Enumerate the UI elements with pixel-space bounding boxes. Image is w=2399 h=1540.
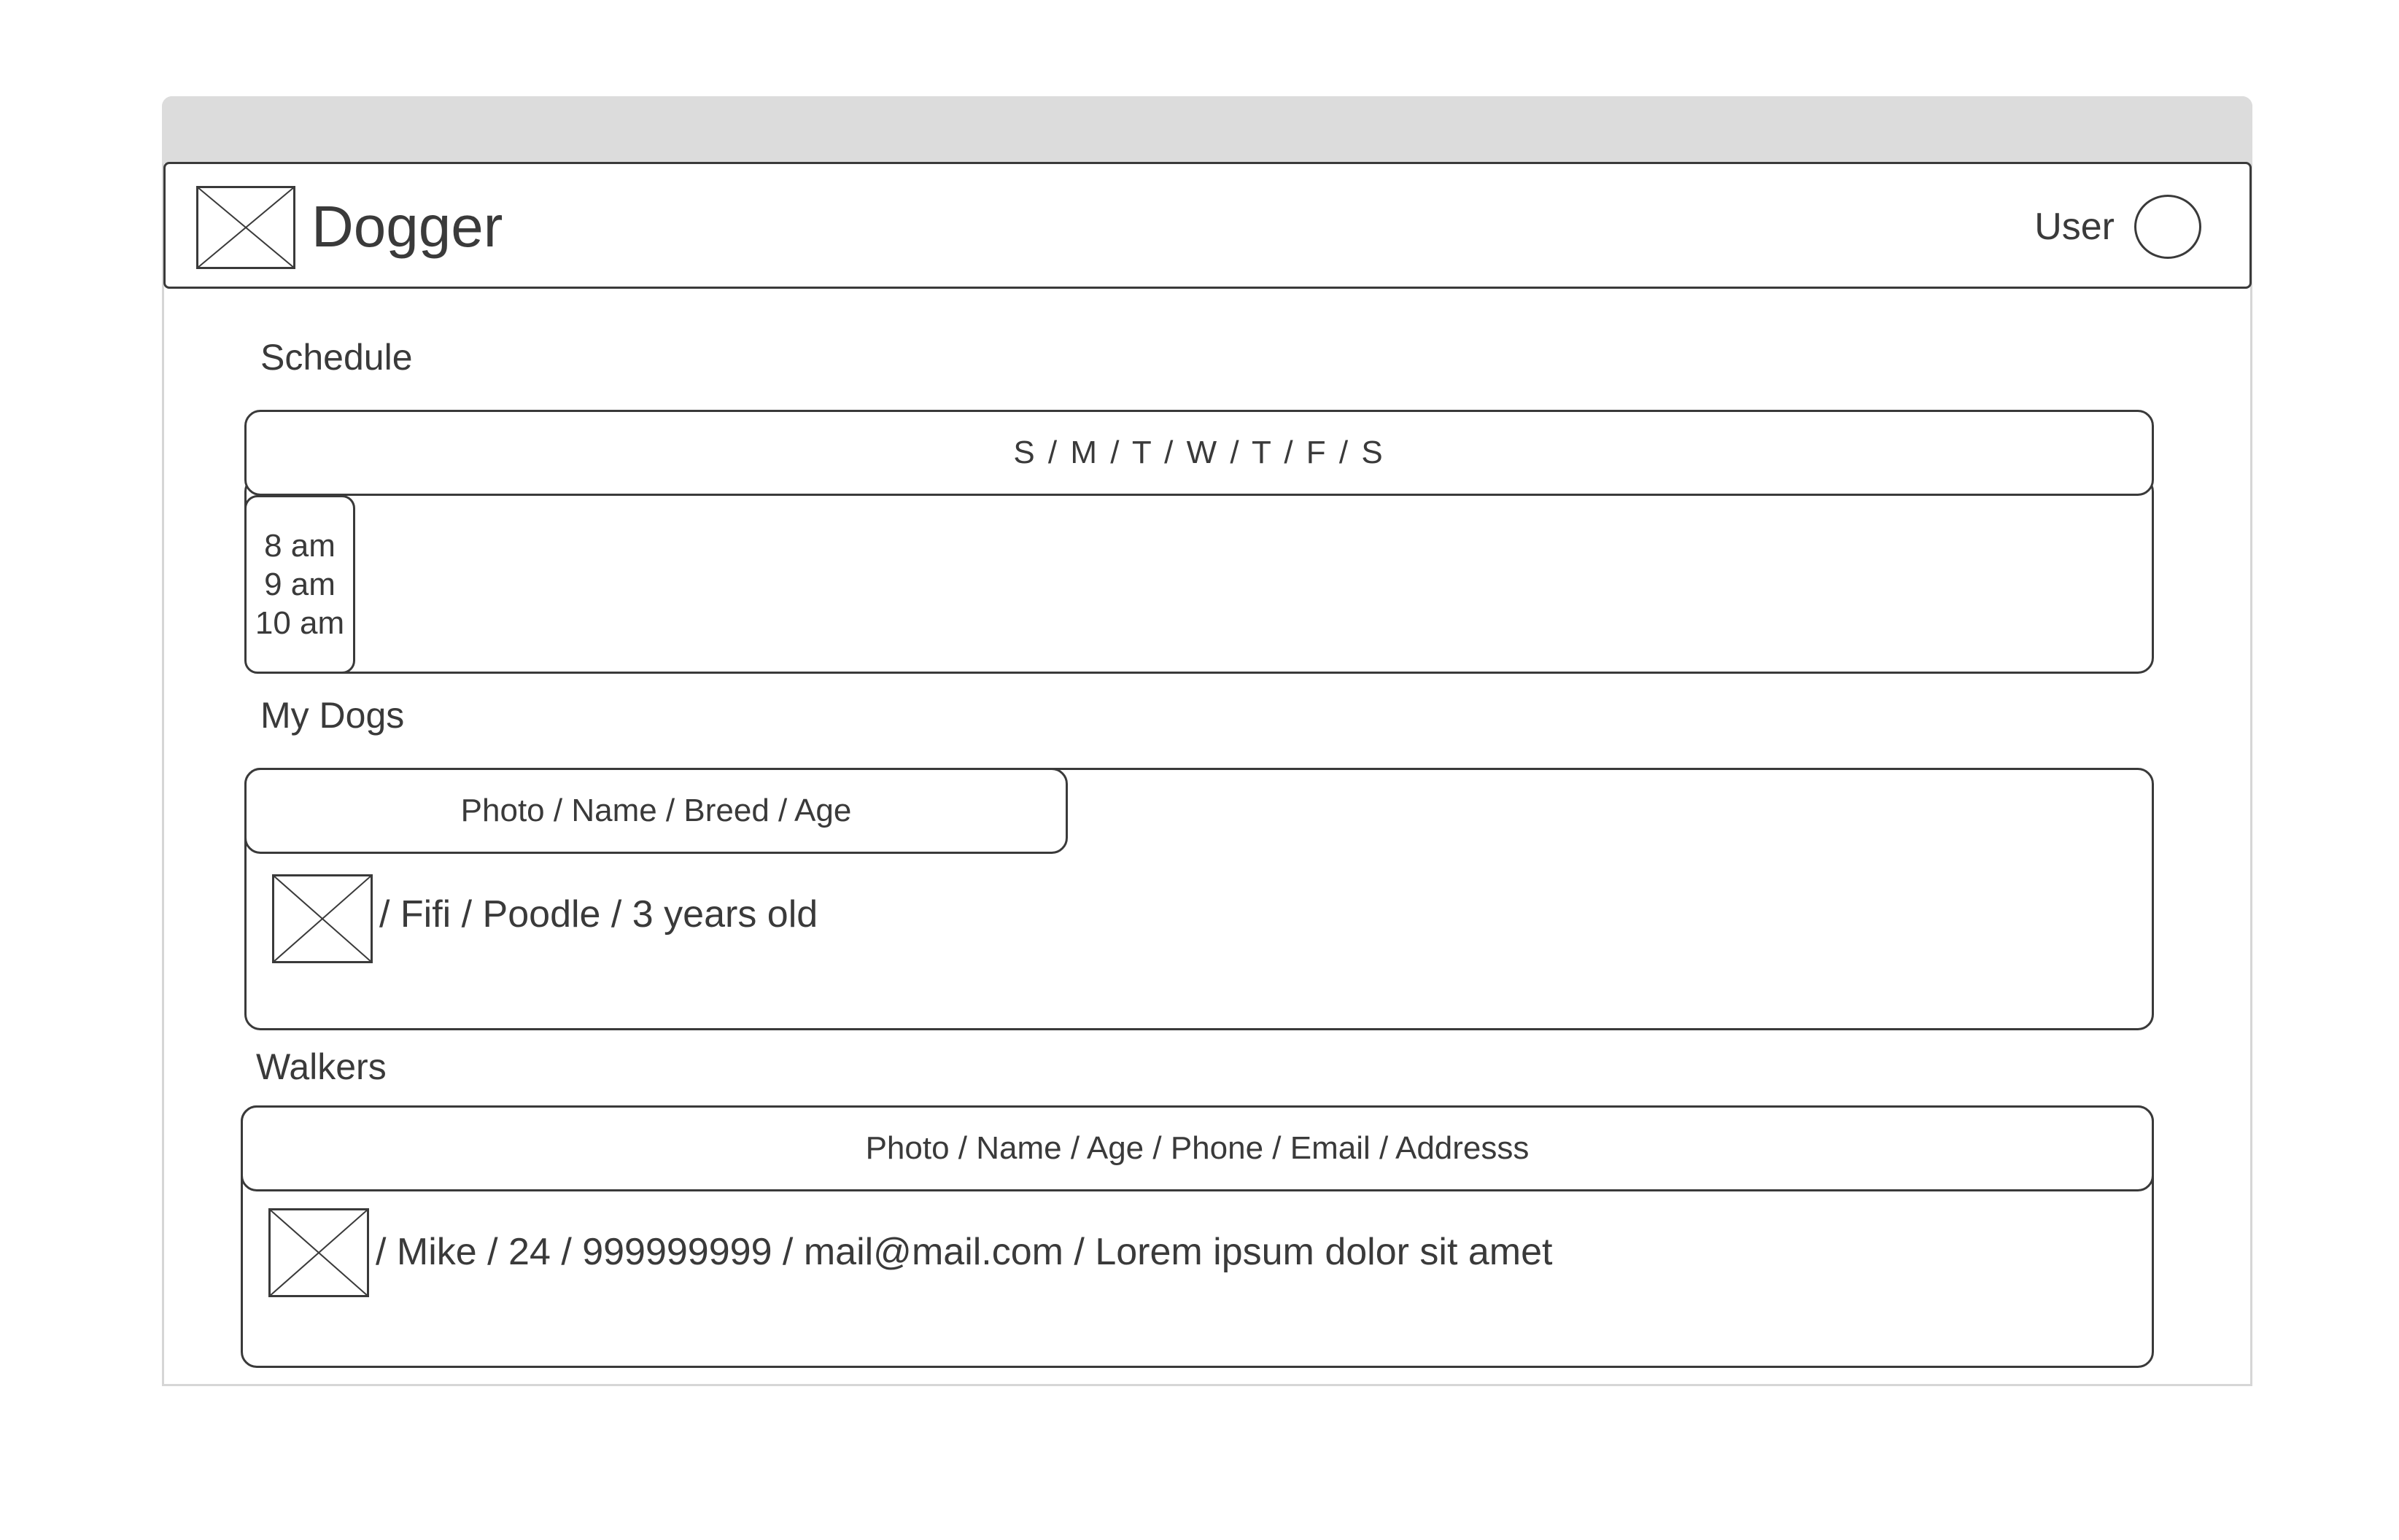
time-slot[interactable]: 8 am <box>264 526 336 565</box>
walkers-columns-header: Photo / Name / Age / Phone / Email / Add… <box>241 1105 2154 1191</box>
walkers-label: Walkers <box>256 1046 387 1087</box>
dog-photo-placeholder-icon[interactable] <box>272 874 373 963</box>
app-title: Dogger <box>311 194 503 259</box>
time-slot[interactable]: 9 am <box>264 565 336 604</box>
schedule-days-header[interactable]: S / M / T / W / T / F / S <box>244 410 2154 496</box>
dog-row-details[interactable]: / Fifi / Poodle / 3 years old <box>379 891 818 938</box>
walker-row-details[interactable]: / Mike / 24 / 999999999 / mail@mail.com … <box>376 1229 1552 1275</box>
window-titlebar <box>162 96 2252 163</box>
dogs-columns-header: Photo / Name / Breed / Age <box>244 768 1068 854</box>
logo-image-placeholder-icon[interactable] <box>196 186 295 269</box>
user-avatar-icon[interactable] <box>2134 195 2201 259</box>
walker-photo-placeholder-icon[interactable] <box>268 1208 369 1297</box>
schedule-label: Schedule <box>260 337 413 378</box>
app-header: Dogger User <box>163 162 2252 289</box>
my-dogs-label: My Dogs <box>260 695 405 736</box>
time-slot[interactable]: 10 am <box>255 604 344 642</box>
user-label[interactable]: User <box>2034 203 2115 250</box>
schedule-panel <box>244 475 2154 674</box>
schedule-time-column: 8 am 9 am 10 am <box>244 495 355 674</box>
